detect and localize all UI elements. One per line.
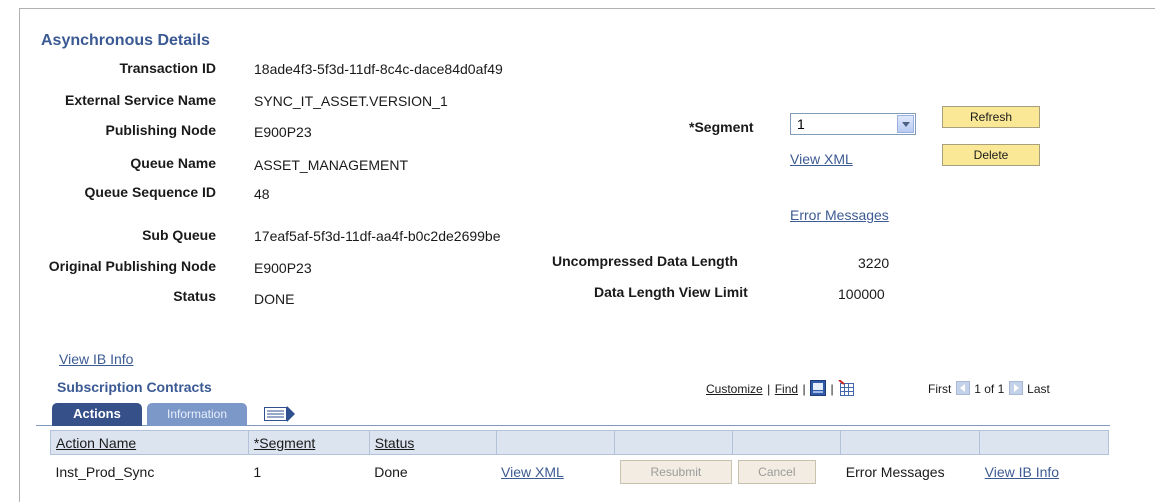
toolbar-separator: | (767, 382, 771, 396)
resubmit-button[interactable]: Resubmit (619, 459, 732, 484)
external-service-name-label: External Service Name (65, 92, 216, 108)
transaction-id-value: 18ade4f3-5f3d-11df-8c4c-dace84d0af49 (254, 61, 503, 77)
status-label: Status (173, 288, 216, 304)
row-range: 1 of 1 (974, 382, 1005, 396)
col-resubmit (614, 430, 734, 455)
find-link[interactable]: Find (775, 382, 798, 396)
row-status: Done (374, 463, 408, 480)
transaction-id-label: Transaction ID (119, 60, 216, 76)
toolbar-separator: | (802, 382, 806, 396)
status-value: DONE (254, 291, 295, 307)
subscription-contracts-grid: Action Name *Segment Status Inst_Prod_Sy… (50, 430, 1109, 489)
error-messages-link[interactable]: Error Messages (790, 207, 889, 223)
grid-toolbar: Customize | Find | | (706, 379, 855, 398)
row-cancel-cell: Cancel (733, 455, 841, 489)
queue-name-label: Queue Name (130, 155, 216, 171)
uncompressed-data-length-value: 3220 (858, 255, 890, 271)
delete-button[interactable]: Delete (942, 144, 1040, 166)
original-publishing-node-value: E900P23 (254, 260, 312, 276)
queue-name-value: ASSET_MANAGEMENT (254, 157, 409, 173)
row-segment: 1 (253, 463, 262, 480)
sub-queue-label: Sub Queue (142, 227, 216, 243)
download-spreadsheet-icon[interactable] (838, 379, 855, 396)
refresh-button[interactable]: Refresh (942, 106, 1040, 128)
row-view-ib-info-cell: View IB Info (980, 455, 1109, 489)
toolbar-separator: | (830, 382, 834, 396)
original-publishing-node-label: Original Publishing Node (48, 258, 216, 274)
customize-link[interactable]: Customize (706, 382, 763, 396)
segment-label: *Segment (689, 119, 754, 135)
publishing-node-label: Publishing Node (105, 122, 216, 138)
data-length-view-limit-value: 100000 (838, 286, 885, 302)
col-segment[interactable]: *Segment (247, 430, 370, 455)
row-view-ib-info-link[interactable]: View IB Info (985, 464, 1059, 480)
last-label[interactable]: Last (1027, 382, 1050, 396)
queue-sequence-id-value: 48 (254, 186, 270, 202)
col-status-link[interactable]: Status (375, 435, 415, 451)
tab-actions[interactable]: Actions (52, 403, 142, 426)
first-label[interactable]: First (928, 382, 951, 396)
external-service-name-value: SYNC_IT_ASSET.VERSION_1 (254, 93, 448, 109)
col-segment-link[interactable]: *Segment (254, 435, 315, 451)
col-view-ib-info (979, 430, 1109, 455)
next-arrow-icon[interactable] (1008, 381, 1023, 395)
tab-information[interactable]: Information (147, 403, 247, 426)
table-row: Inst_Prod_Sync 1 Done View XML Resubmit … (51, 455, 1109, 489)
view-xml-link[interactable]: View XML (790, 151, 853, 167)
show-all-columns-icon[interactable] (262, 404, 298, 427)
row-action-name: Inst_Prod_Sync (55, 463, 155, 480)
uncompressed-data-length-label: Uncompressed Data Length (552, 253, 738, 269)
grid-header-row: Action Name *Segment Status (50, 430, 1109, 455)
row-view-xml-cell: View XML (496, 455, 615, 489)
segment-select-value: 1 (797, 116, 805, 132)
row-view-xml-link[interactable]: View XML (501, 464, 564, 480)
col-action-name[interactable]: Action Name (50, 430, 249, 455)
section-title: Asynchronous Details (41, 32, 210, 49)
cancel-button[interactable]: Cancel (737, 459, 816, 484)
publishing-node-value: E900P23 (254, 124, 312, 140)
col-status[interactable]: Status (368, 430, 497, 455)
previous-arrow-icon[interactable] (955, 381, 970, 395)
grid-pagination: First 1 of 1 Last (928, 380, 1050, 398)
grid-title: Subscription Contracts (57, 379, 212, 395)
col-cancel (732, 430, 842, 455)
row-resubmit-cell: Resubmit (615, 455, 733, 489)
col-action-name-link[interactable]: Action Name (56, 435, 136, 451)
view-all-icon[interactable] (810, 380, 827, 396)
col-error-messages (840, 430, 981, 455)
segment-select[interactable]: 1 (790, 113, 916, 135)
queue-sequence-id-label: Queue Sequence ID (84, 184, 216, 200)
grid-tabstrip: Actions Information (36, 403, 1110, 426)
col-view-xml (495, 430, 616, 455)
sub-queue-value: 17eaf5af-5f3d-11df-aa4f-b0c2de2699be (254, 228, 501, 244)
data-length-view-limit-label: Data Length View Limit (594, 284, 748, 300)
chevron-down-icon[interactable] (897, 115, 914, 133)
view-ib-info-link[interactable]: View IB Info (59, 351, 133, 367)
row-error-messages: Error Messages (845, 463, 945, 480)
